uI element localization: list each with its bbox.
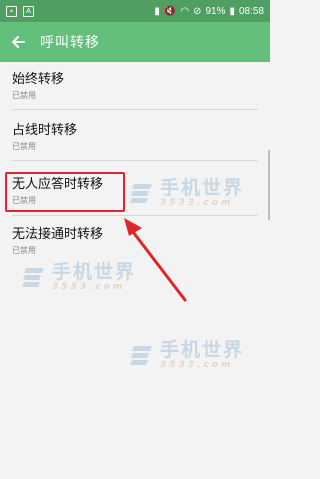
status-left-icons: ▪ A (6, 5, 34, 17)
watermark-text: 手机世界 (52, 261, 137, 283)
highlight-box (5, 172, 125, 212)
clock: 08:58 (238, 5, 264, 17)
list-item-forward-when-busy[interactable]: 占线时转移 已禁用 (0, 123, 270, 152)
watermark-logo-icon (130, 184, 152, 203)
item-title: 始终转移 (12, 72, 65, 87)
app-notification-icon: A (23, 5, 34, 17)
status-bar: ▪ A ▮ 🔇 ◠ ⊘ 91% ▮ 08:58 (0, 0, 270, 22)
item-title: 占线时转移 (12, 123, 78, 138)
watermark-subtext: 3533.com (52, 282, 126, 292)
watermark-text: 手机世界 (160, 177, 245, 199)
item-title: 无法接通时转移 (12, 227, 104, 242)
scroll-indicator (268, 150, 270, 220)
item-status: 已禁用 (12, 91, 36, 100)
watermark: 手机世界 3533.com (130, 340, 244, 370)
watermark: 手机世界 3533.com (22, 262, 136, 292)
divider (12, 160, 258, 161)
list-item-forward-when-unreachable[interactable]: 无法接通时转移 已禁用 (0, 227, 270, 256)
watermark-logo-icon (22, 268, 44, 287)
list-item-always-forward[interactable]: 始终转移 已禁用 (0, 72, 270, 101)
divider (12, 109, 258, 110)
back-arrow-icon[interactable] (2, 22, 34, 62)
message-icon: ▪ (6, 5, 17, 17)
watermark: 手机世界 3533.com (130, 178, 244, 208)
app-bar: 呼叫转移 (0, 22, 270, 62)
page-title: 呼叫转移 (40, 35, 100, 51)
watermark-subtext: 3533.com (160, 360, 234, 370)
watermark-text: 手机世界 (160, 339, 245, 361)
divider (12, 215, 258, 216)
watermark-subtext: 3533.com (160, 198, 234, 208)
mute-icon: 🔇 (163, 5, 177, 17)
item-status: 已禁用 (12, 246, 36, 255)
item-status: 已禁用 (12, 142, 36, 151)
battery-icon: ▮ (229, 5, 235, 17)
status-right: ▮ 🔇 ◠ ⊘ 91% ▮ 08:58 (154, 6, 264, 17)
no-signal-icon: ⊘ (193, 5, 202, 17)
battery-percent: 91% (205, 5, 226, 17)
sim-icon: ▮ (154, 5, 160, 17)
wifi-icon: ◠ (180, 5, 190, 17)
watermark-logo-icon (130, 346, 152, 365)
